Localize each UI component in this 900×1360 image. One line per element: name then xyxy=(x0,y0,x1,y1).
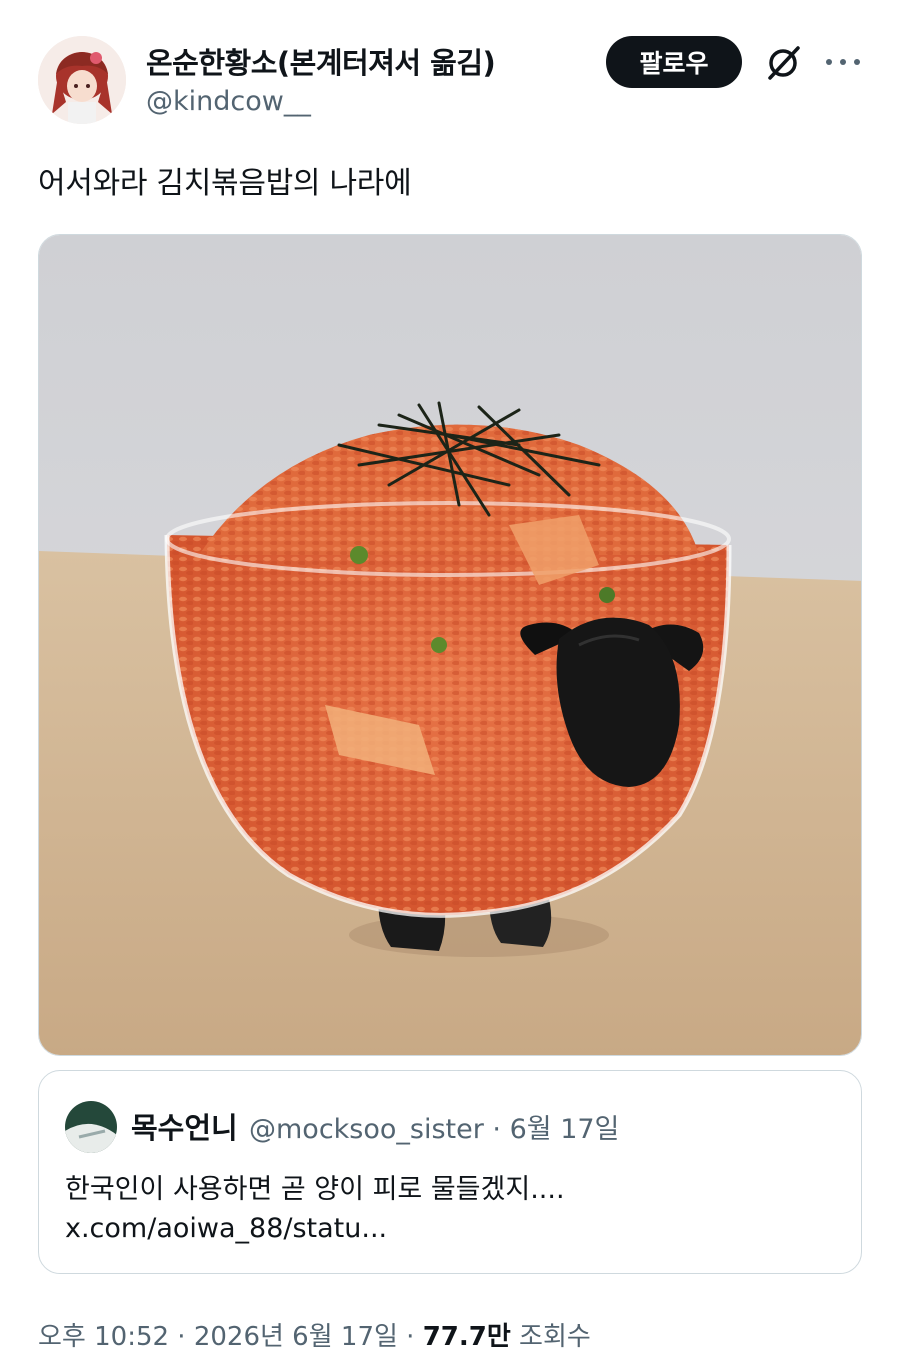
tweet-meta: 오후 10:52 · 2026년 6월 17일 · 77.7만 조회수 xyxy=(38,1316,591,1353)
quoted-tweet[interactable]: 목수언니 @mocksoo_sister · 6월 17일 한국인이 사용하면 … xyxy=(38,1070,862,1274)
author-display-name[interactable]: 온순한황소(본계터져서 옮김) xyxy=(146,40,496,82)
tweet-photo[interactable] xyxy=(38,234,862,1056)
follow-button[interactable]: 팔로우 xyxy=(606,36,742,88)
views-count: 77.7만 xyxy=(422,1322,511,1352)
quoted-author-avatar xyxy=(65,1101,117,1153)
quoted-author-name: 목수언니 xyxy=(131,1111,238,1145)
more-icon[interactable] xyxy=(824,52,862,72)
grok-icon[interactable] xyxy=(762,42,804,84)
quoted-link[interactable]: x.com/aoiwa_88/statu... xyxy=(65,1213,387,1244)
timestamp[interactable]: 오후 10:52 · 2026년 6월 17일 · xyxy=(38,1322,423,1352)
tweet-header: 온순한황소(본계터져서 옮김) @kindcow__ 팔로우 xyxy=(38,36,862,126)
author-handle[interactable]: @kindcow__ xyxy=(146,86,311,117)
tweet-text: 어서와라 김치볶음밥의 나라에 xyxy=(38,166,412,201)
quoted-text: 한국인이 사용하면 곧 양이 피로 물들겠지.... xyxy=(65,1174,565,1205)
author-avatar[interactable] xyxy=(38,36,126,124)
quoted-author-handle-date: @mocksoo_sister · 6월 17일 xyxy=(249,1114,620,1145)
views-label: 조회수 xyxy=(510,1322,591,1352)
